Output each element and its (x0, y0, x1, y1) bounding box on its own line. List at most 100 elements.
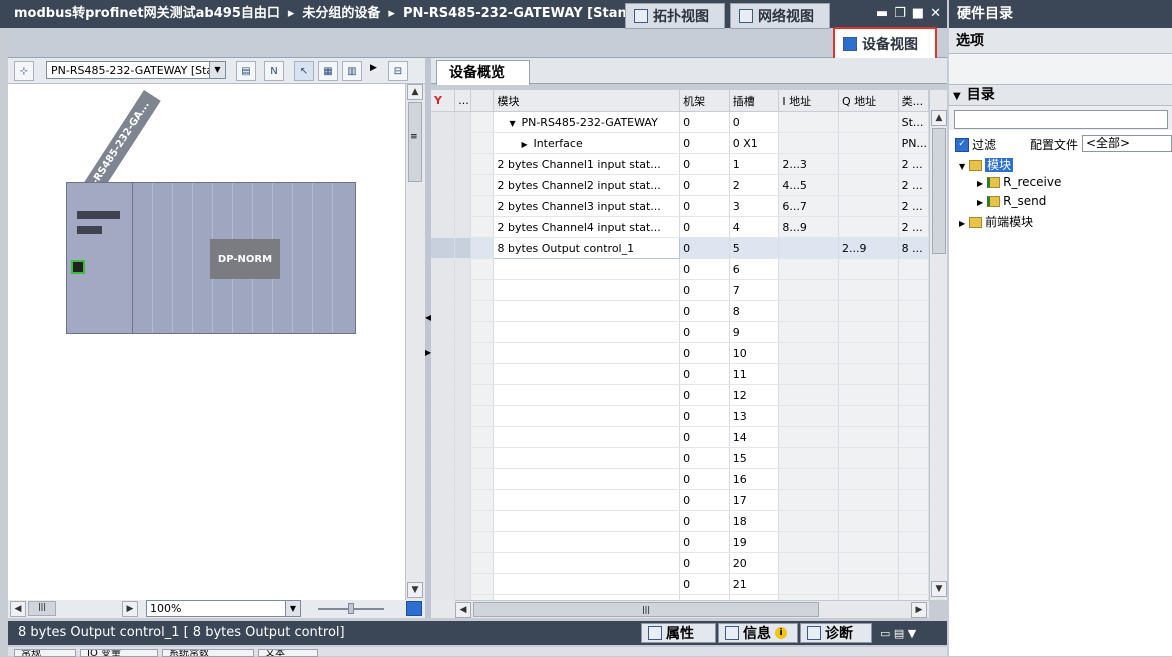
cell-type[interactable] (898, 321, 929, 343)
table-vertical-scrollbar[interactable]: ▲ ▼ (929, 90, 947, 600)
cell-q-address[interactable] (838, 153, 899, 175)
cell-i-address[interactable] (778, 489, 839, 511)
cell-type[interactable]: 2 ... (898, 153, 929, 175)
device-tool-icon[interactable]: ⊹ (14, 61, 34, 81)
cell-rack[interactable]: 0 (679, 153, 730, 175)
cell-slot[interactable]: 15 (729, 447, 780, 469)
cell-module[interactable] (493, 531, 681, 553)
name-icon[interactable]: N (264, 61, 284, 81)
cell-type[interactable] (898, 342, 929, 364)
cell-module[interactable] (493, 300, 681, 322)
expand-icon[interactable]: ▶ (977, 198, 983, 207)
cell-type[interactable]: St... (898, 111, 929, 133)
cell-q-address[interactable] (838, 405, 899, 427)
cell-module[interactable] (493, 384, 681, 406)
header-col-i-address[interactable]: I 地址 (778, 90, 839, 112)
zoom-select[interactable]: 100% ▼ (146, 600, 301, 617)
restore-icon[interactable]: ❐ (894, 7, 906, 20)
tab-device-view[interactable]: 设备视图 (833, 27, 937, 61)
cell-rack[interactable]: 0 (679, 489, 730, 511)
cell-i-address[interactable] (778, 237, 839, 259)
cell-slot[interactable]: 19 (729, 531, 780, 553)
table-row[interactable]: 0 21 (431, 573, 929, 595)
tab-properties[interactable]: 属性 (641, 623, 716, 643)
panel-layout-icon[interactable]: ▭ ▤ ▼ (880, 627, 916, 640)
row-gutter-cell[interactable] (431, 195, 456, 217)
scroll-up-icon[interactable]: ▲ (407, 84, 423, 100)
cell-slot[interactable]: 16 (729, 468, 780, 490)
table-horizontal-scrollbar[interactable]: ◀ ||| ▶ (455, 600, 929, 618)
cell-slot[interactable]: 9 (729, 321, 780, 343)
cell-module[interactable] (493, 321, 681, 343)
device-select[interactable]: PN-RS485-232-GATEWAY [Standard, MRP] ▼ (46, 61, 226, 79)
profile-select[interactable]: <全部> (1082, 135, 1172, 152)
cell-i-address[interactable] (778, 321, 839, 343)
catalog-search-input[interactable] (954, 110, 1168, 129)
cell-rack[interactable]: 0 (679, 300, 730, 322)
cell-q-address[interactable] (838, 342, 899, 364)
cell-module[interactable] (493, 489, 681, 511)
cell-module[interactable]: 2 bytes Channel1 input stat... (493, 153, 681, 175)
cell-type[interactable] (898, 363, 929, 385)
row-gutter-cell[interactable] (431, 258, 456, 280)
row-gutter-cell[interactable] (431, 489, 456, 511)
row-gutter-cell[interactable] (431, 300, 456, 322)
cell-q-address[interactable] (838, 132, 899, 154)
cell-module[interactable] (493, 405, 681, 427)
cell-slot[interactable]: 5 (729, 237, 780, 259)
collapse-icon[interactable]: ▼ (509, 119, 521, 128)
table-row[interactable]: 2 bytes Channel2 input stat... 0 2 4...5 2 .… (431, 174, 929, 196)
cell-i-address[interactable] (778, 384, 839, 406)
cell-type[interactable] (898, 426, 929, 448)
cell-slot[interactable]: 17 (729, 489, 780, 511)
cell-rack[interactable]: 0 (679, 342, 730, 364)
cell-module[interactable]: 8 bytes Output control_1 (493, 237, 681, 259)
grid-icon[interactable]: ▦ (318, 61, 338, 81)
cell-rack[interactable]: 0 (679, 426, 730, 448)
cell-slot[interactable]: 14 (729, 426, 780, 448)
cell-i-address[interactable] (778, 279, 839, 301)
cell-type[interactable] (898, 489, 929, 511)
cell-slot[interactable]: 18 (729, 510, 780, 532)
cell-q-address[interactable] (838, 447, 899, 469)
properties-icon[interactable]: ▤ (236, 61, 256, 81)
more-arrow-icon[interactable]: ▶ (370, 63, 377, 73)
options-section-header[interactable]: 选项 (949, 28, 1172, 54)
canvas-vertical-scrollbar[interactable]: ▲ ≡ ▼ (405, 84, 425, 600)
cell-slot[interactable]: 0 X1 (729, 132, 780, 154)
cell-i-address[interactable]: 2...3 (778, 153, 839, 175)
cell-module[interactable]: ▼ PN-RS485-232-GATEWAY (493, 111, 681, 133)
cell-slot[interactable]: 13 (729, 405, 780, 427)
header-col-more[interactable]: ... (454, 90, 471, 112)
cell-i-address[interactable] (778, 426, 839, 448)
cell-rack[interactable]: 0 (679, 405, 730, 427)
device-canvas[interactable] (8, 84, 405, 600)
cell-rack[interactable]: 0 (679, 195, 730, 217)
cell-i-address[interactable] (778, 258, 839, 280)
cell-q-address[interactable] (838, 174, 899, 196)
header-col-type[interactable]: 类... (898, 90, 929, 112)
zoom-slider-handle[interactable] (348, 603, 354, 614)
table-row[interactable]: 06 (431, 258, 929, 280)
cell-module[interactable]: 2 bytes Channel3 input stat... (493, 195, 681, 217)
cell-module[interactable] (493, 510, 681, 532)
cell-slot[interactable]: 12 (729, 384, 780, 406)
cell-q-address[interactable] (838, 279, 899, 301)
cell-i-address[interactable] (778, 447, 839, 469)
table-row[interactable]: 0 17 (431, 489, 929, 511)
cell-q-address[interactable] (838, 552, 899, 574)
tab-topology-view[interactable]: 拓扑视图 (625, 3, 725, 29)
cell-i-address[interactable]: 4...5 (778, 174, 839, 196)
table-row[interactable]: 2 bytes Channel1 input stat... 0 1 2...3 2 .… (431, 153, 929, 175)
cell-slot[interactable]: 10 (729, 342, 780, 364)
catalog-tree-item[interactable]: ▶ R_send (977, 194, 1046, 208)
cell-q-address[interactable] (838, 258, 899, 280)
cell-rack[interactable]: 0 (679, 216, 730, 238)
cell-module[interactable] (493, 468, 681, 490)
cell-slot[interactable]: 6 (729, 258, 780, 280)
scroll-down-icon[interactable]: ▼ (931, 581, 947, 597)
cell-type[interactable] (898, 447, 929, 469)
cell-rack[interactable]: 0 (679, 468, 730, 490)
expand-icon[interactable]: ▶ (521, 140, 533, 149)
header-col-rack[interactable]: 机架 (679, 90, 730, 112)
